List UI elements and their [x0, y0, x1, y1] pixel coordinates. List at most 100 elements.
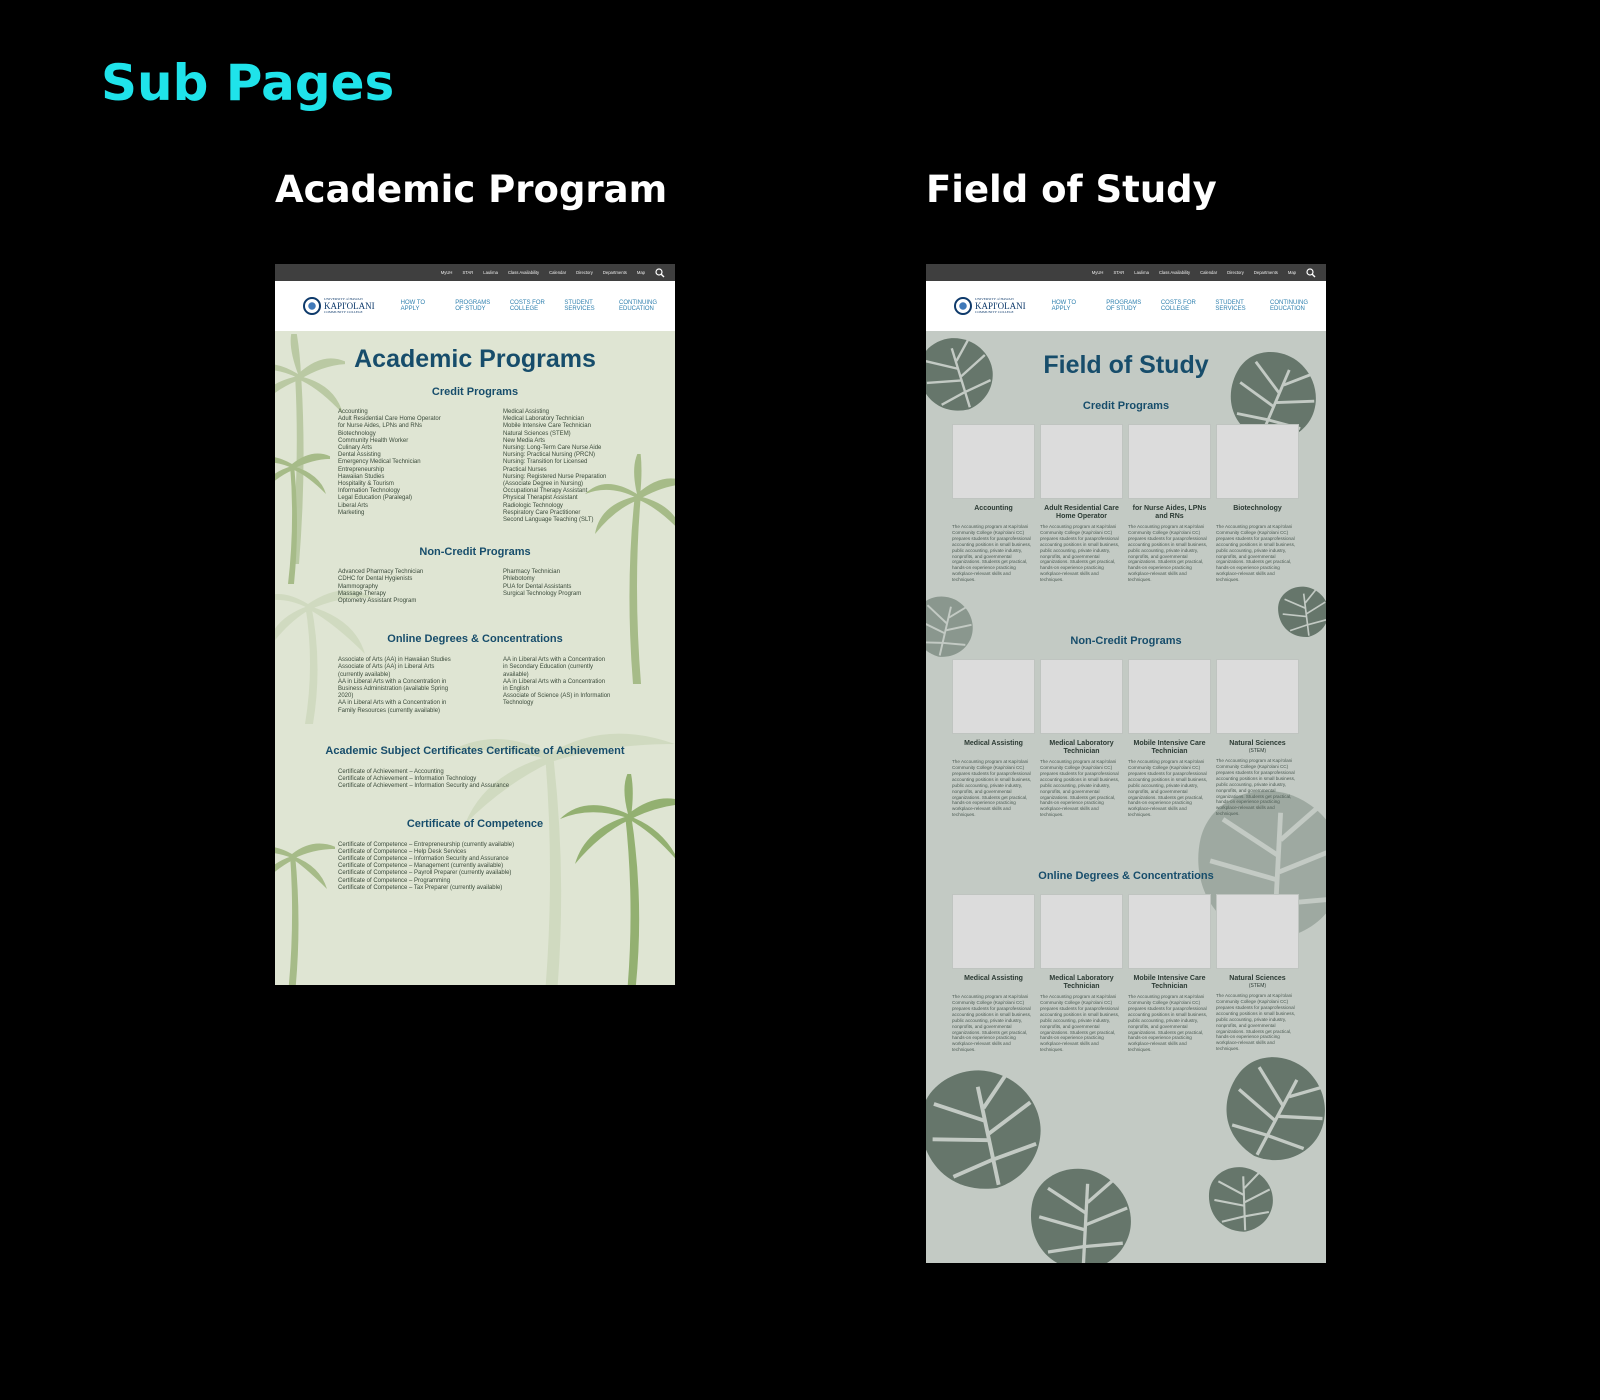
- utility-link[interactable]: Departments: [1254, 270, 1278, 275]
- program-image-placeholder[interactable]: [952, 659, 1035, 735]
- program-image-placeholder[interactable]: [952, 424, 1035, 499]
- program-card[interactable]: Medical Assisting The Accounting program …: [952, 659, 1035, 818]
- program-link[interactable]: Accounting: [338, 409, 503, 416]
- program-card[interactable]: Adult Residential Care Home Operator The …: [1040, 424, 1123, 583]
- program-image-placeholder[interactable]: [1216, 894, 1299, 970]
- program-card[interactable]: Medical Laboratory Technician The Account…: [1040, 659, 1123, 818]
- program-link[interactable]: Biotechnology: [338, 431, 503, 438]
- program-link[interactable]: in English: [503, 686, 668, 693]
- program-link[interactable]: Associate of Arts (AA) in Hawaiian Studi…: [338, 657, 503, 664]
- program-image-placeholder[interactable]: [1040, 659, 1123, 735]
- program-link[interactable]: Advanced Pharmacy Technician: [338, 569, 503, 576]
- utility-link[interactable]: Directory: [1227, 270, 1244, 275]
- program-link[interactable]: Technology: [503, 700, 668, 707]
- program-link[interactable]: AA in Liberal Arts with a Concentration: [503, 679, 668, 686]
- program-card-title[interactable]: Biotechnology: [1216, 505, 1299, 522]
- program-card[interactable]: for Nurse Aides, LPNs and RNs The Account…: [1128, 424, 1211, 583]
- program-link[interactable]: Information Technology: [338, 488, 503, 495]
- program-image-placeholder[interactable]: [952, 894, 1035, 970]
- program-link[interactable]: Radiologic Technology: [503, 503, 668, 510]
- program-card-title[interactable]: Accounting: [952, 505, 1035, 522]
- program-link[interactable]: Legal Education (Paralegal): [338, 495, 503, 502]
- nav-link[interactable]: HOW TO APPLY: [401, 300, 438, 312]
- program-card-title[interactable]: Mobile Intensive Care Technician: [1128, 975, 1211, 992]
- certificate-link[interactable]: Certificate of Achievement – Information…: [338, 776, 675, 783]
- program-link[interactable]: Natural Sciences (STEM): [503, 431, 668, 438]
- program-link[interactable]: for Nurse Aides, LPNs and RNs: [338, 423, 503, 430]
- program-link[interactable]: Respiratory Care Practitioner: [503, 510, 668, 517]
- program-link[interactable]: Adult Residential Care Home Operator: [338, 416, 503, 423]
- program-card[interactable]: Medical Laboratory Technician The Account…: [1040, 894, 1123, 1053]
- nav-link[interactable]: COSTS FOR COLLEGE: [1161, 300, 1198, 312]
- utility-link[interactable]: Laulima: [1134, 270, 1149, 275]
- utility-link[interactable]: STAR: [1113, 270, 1124, 275]
- program-link[interactable]: Practical Nurses: [503, 467, 668, 474]
- program-link[interactable]: Community Health Worker: [338, 438, 503, 445]
- program-link[interactable]: Mobile Intensive Care Technician: [503, 423, 668, 430]
- program-link[interactable]: Nursing: Practical Nursing (PRCN): [503, 452, 668, 459]
- program-image-placeholder[interactable]: [1128, 424, 1211, 499]
- program-link[interactable]: (currently available): [338, 672, 503, 679]
- program-link[interactable]: Marketing: [338, 510, 503, 517]
- utility-link[interactable]: Map: [637, 270, 645, 275]
- program-link[interactable]: Phlebotomy: [503, 576, 668, 583]
- nav-link[interactable]: STUDENT SERVICES: [1215, 300, 1252, 312]
- program-card[interactable]: Medical Assisting The Accounting program …: [952, 894, 1035, 1053]
- program-link[interactable]: available): [503, 672, 668, 679]
- program-link[interactable]: Optometry Assistant Program: [338, 598, 503, 605]
- program-link[interactable]: Nursing: Transition for Licensed: [503, 459, 668, 466]
- utility-link[interactable]: STAR: [462, 270, 473, 275]
- program-link[interactable]: New Media Arts: [503, 438, 668, 445]
- program-card-title[interactable]: Medical Assisting: [952, 740, 1035, 757]
- nav-link[interactable]: STUDENT SERVICES: [564, 300, 601, 312]
- program-card-title[interactable]: Mobile Intensive Care Technician: [1128, 740, 1211, 757]
- program-link[interactable]: Associate of Arts (AA) in Liberal Arts: [338, 664, 503, 671]
- program-link[interactable]: AA in Liberal Arts with a Concentration: [503, 657, 668, 664]
- program-card-title[interactable]: Medical Laboratory Technician: [1040, 975, 1123, 992]
- nav-link[interactable]: PROGRAMS OF STUDY: [1106, 300, 1143, 312]
- program-link[interactable]: AA in Liberal Arts with a Concentration …: [338, 679, 503, 686]
- program-link[interactable]: Culinary Arts: [338, 445, 503, 452]
- program-link[interactable]: Hospitality & Tourism: [338, 481, 503, 488]
- program-link[interactable]: Nursing: Registered Nurse Preparation: [503, 474, 668, 481]
- utility-link[interactable]: Directory: [576, 270, 593, 275]
- certificate-link[interactable]: Certificate of Competence – Tax Preparer…: [338, 885, 675, 892]
- program-card[interactable]: Natural Sciences (STEM) The Accounting pro…: [1216, 894, 1299, 1053]
- utility-link[interactable]: Class Availability: [1159, 270, 1190, 275]
- program-link[interactable]: AA in Liberal Arts with a Concentration …: [338, 700, 503, 707]
- program-link[interactable]: Occupational Therapy Assistant: [503, 488, 668, 495]
- program-card-title[interactable]: Adult Residential Care Home Operator: [1040, 505, 1123, 522]
- program-card-title[interactable]: Medical Assisting: [952, 975, 1035, 992]
- utility-link[interactable]: Class Availability: [508, 270, 539, 275]
- program-image-placeholder[interactable]: [1216, 659, 1299, 735]
- program-card[interactable]: Accounting The Accounting program at Kapi…: [952, 424, 1035, 583]
- program-card[interactable]: Natural Sciences (STEM) The Accounting pro…: [1216, 659, 1299, 818]
- utility-link[interactable]: Laulima: [483, 270, 498, 275]
- certificate-link[interactable]: Certificate of Achievement – Information…: [338, 783, 675, 790]
- program-link[interactable]: Surgical Technology Program: [503, 591, 668, 598]
- utility-link[interactable]: Calendar: [1200, 270, 1217, 275]
- certificate-link[interactable]: Certificate of Competence – Management (…: [338, 863, 675, 870]
- program-link[interactable]: Emergency Medical Technician: [338, 459, 503, 466]
- program-link[interactable]: Medical Assisting: [503, 409, 668, 416]
- program-card-title[interactable]: for Nurse Aides, LPNs and RNs: [1128, 505, 1211, 522]
- program-card[interactable]: Mobile Intensive Care Technician The Acco…: [1128, 659, 1211, 818]
- program-link[interactable]: Pharmacy Technician: [503, 569, 668, 576]
- certificate-link[interactable]: Certificate of Competence – Entrepreneur…: [338, 842, 675, 849]
- program-link[interactable]: 2020): [338, 693, 503, 700]
- certificate-link[interactable]: Certificate of Competence – Help Desk Se…: [338, 849, 675, 856]
- certificate-link[interactable]: Certificate of Competence – Programming: [338, 878, 675, 885]
- college-logo[interactable]: UNIVERSITY of HAWAI'I KAPI'OLANI COMMUNITY…: [954, 297, 1026, 315]
- program-link[interactable]: in Secondary Education (currently: [503, 664, 668, 671]
- program-link[interactable]: Medical Laboratory Technician: [503, 416, 668, 423]
- program-link[interactable]: PUA for Dental Assistants: [503, 584, 668, 591]
- program-link[interactable]: Massage Therapy: [338, 591, 503, 598]
- utility-link[interactable]: MyUH: [441, 270, 453, 275]
- program-link[interactable]: (Associate Degree in Nursing): [503, 481, 668, 488]
- program-link[interactable]: Family Resources (currently available): [338, 708, 503, 715]
- certificate-link[interactable]: Certificate of Competence – Information …: [338, 856, 675, 863]
- nav-link[interactable]: PROGRAMS OF STUDY: [455, 300, 492, 312]
- program-image-placeholder[interactable]: [1216, 424, 1299, 499]
- program-link[interactable]: Associate of Science (AS) in Information: [503, 693, 668, 700]
- program-link[interactable]: Nursing: Long-Term Care Nurse Aide: [503, 445, 668, 452]
